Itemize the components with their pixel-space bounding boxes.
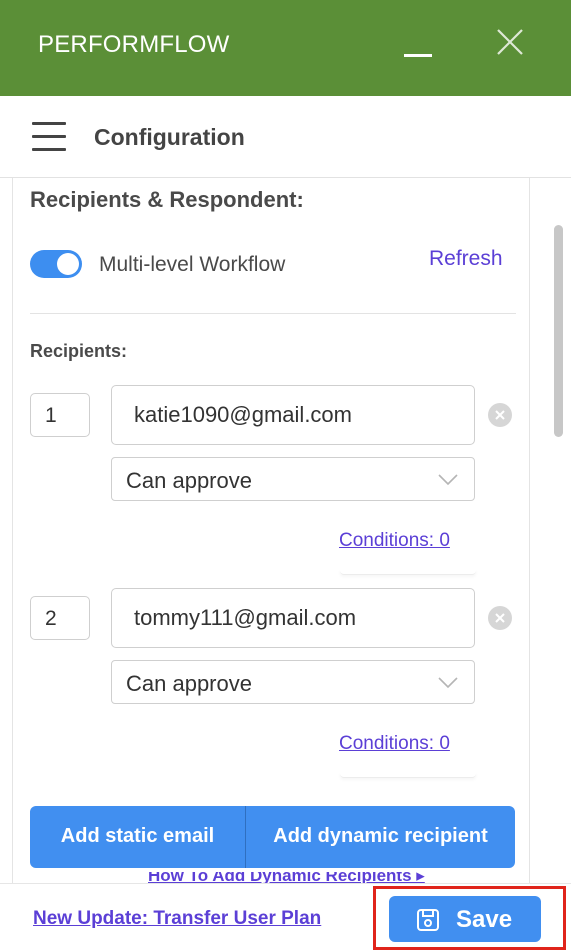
- card-edge: [340, 569, 476, 575]
- toggle-label: Multi-level Workflow: [99, 253, 286, 276]
- close-button[interactable]: [492, 24, 528, 60]
- config-panel: Recipients & Respondent: Multi-level Wor…: [12, 178, 530, 883]
- recipients-title: Recipients:: [30, 341, 128, 361]
- save-label: Save: [456, 906, 513, 933]
- add-static-email-button[interactable]: Add static email: [30, 806, 246, 868]
- remove-recipient-button[interactable]: [487, 605, 513, 631]
- recipient-order-field[interactable]: 1: [30, 393, 90, 437]
- title-bar: PERFORMFLOW: [0, 0, 571, 96]
- recipient-email-field[interactable]: katie1090@gmail.com: [111, 385, 475, 445]
- multi-level-workflow-toggle[interactable]: [30, 250, 82, 278]
- close-circle-icon: [488, 403, 512, 427]
- config-header: Configuration: [0, 96, 571, 178]
- section-title: Recipients & Respondent:: [30, 187, 304, 212]
- card-edge: [340, 772, 476, 778]
- recipient-email-field[interactable]: tommy111@gmail.com: [111, 588, 475, 648]
- permission-select[interactable]: Can approve: [111, 660, 475, 704]
- scrollbar-thumb[interactable]: [554, 225, 563, 437]
- minimize-button[interactable]: [400, 30, 436, 66]
- permission-select[interactable]: Can approve: [111, 457, 475, 501]
- permission-value: Can approve: [126, 468, 252, 493]
- conditions-link[interactable]: Conditions: 0: [339, 733, 450, 755]
- minimize-icon: [404, 54, 432, 57]
- divider: [30, 313, 516, 314]
- refresh-link[interactable]: Refresh: [429, 247, 503, 271]
- close-icon: [497, 29, 523, 55]
- add-recipient-button-group: Add static email Add dynamic recipient: [30, 806, 515, 868]
- app-title: PERFORMFLOW: [38, 31, 230, 58]
- new-update-link[interactable]: New Update: Transfer User Plan: [33, 908, 378, 930]
- remove-recipient-button[interactable]: [487, 402, 513, 428]
- recipient-order-field[interactable]: 2: [30, 596, 90, 640]
- hamburger-menu-icon[interactable]: [32, 122, 68, 152]
- footer-bar: New Update: Transfer User Plan Save: [0, 883, 571, 950]
- chevron-down-icon: [438, 677, 458, 689]
- save-button[interactable]: Save: [389, 896, 541, 942]
- add-dynamic-recipient-button[interactable]: Add dynamic recipient: [246, 806, 515, 868]
- close-circle-icon: [488, 606, 512, 630]
- permission-value: Can approve: [126, 671, 252, 696]
- save-disk-icon: [417, 909, 439, 931]
- chevron-down-icon: [438, 474, 458, 486]
- page-title: Configuration: [94, 124, 245, 150]
- toggle-knob: [57, 253, 79, 275]
- conditions-link[interactable]: Conditions: 0: [339, 530, 450, 552]
